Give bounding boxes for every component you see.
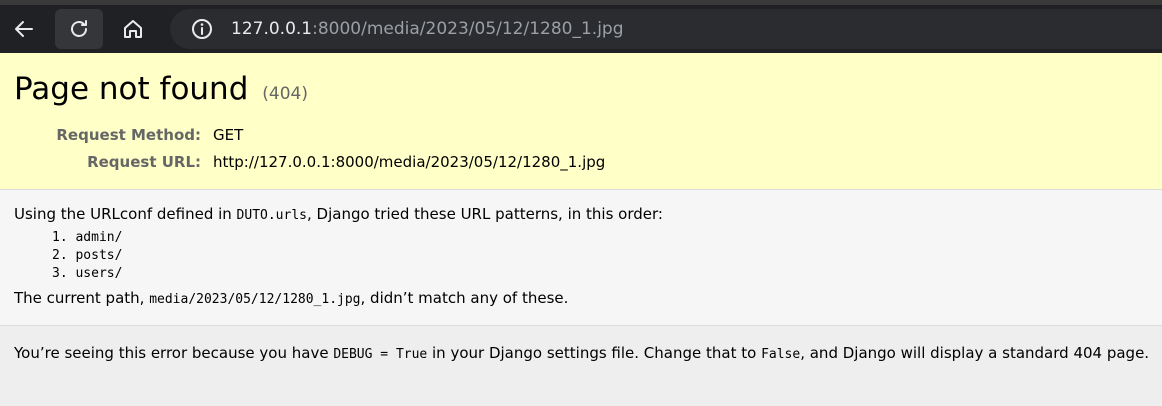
address-url[interactable]: 127.0.0.1:8000/media/2023/05/12/1280_1.j… — [231, 19, 624, 39]
request-url-row: Request URL: http://127.0.0.1:8000/media… — [14, 148, 1148, 175]
urlconf-module: DUTO.urls — [236, 208, 307, 223]
explanation-part3: , and Django will display a standard 404… — [800, 344, 1150, 362]
url-pattern-item: 3. users/ — [52, 266, 123, 281]
page-title-text: Page not found — [14, 71, 249, 107]
debug-setting: DEBUG = True — [333, 347, 428, 362]
back-button[interactable] — [4, 9, 44, 49]
address-bar[interactable]: 127.0.0.1:8000/media/2023/05/12/1280_1.j… — [170, 9, 1162, 49]
false-value: False — [761, 347, 801, 362]
back-arrow-icon — [15, 21, 33, 37]
error-info: Using the URLconf defined in DUTO.urls, … — [0, 190, 1162, 326]
url-pattern-item: 1. admin/ — [52, 230, 123, 245]
url-path: :8000/media/2023/05/12/1280_1.jpg — [312, 19, 624, 39]
home-icon — [124, 20, 142, 38]
url-pattern-item: 2. posts/ — [52, 248, 123, 263]
page-title: Page not found (404) — [14, 71, 1148, 107]
url-host: 127.0.0.1 — [231, 19, 313, 39]
request-meta-table: Request Method: GET Request URL: http://… — [14, 121, 1148, 175]
urlconf-intro: Using the URLconf defined in DUTO.urls, … — [14, 205, 1148, 223]
current-path-suffix: , didn’t match any of these. — [360, 289, 569, 307]
urlconf-intro-prefix: Using the URLconf defined in — [14, 205, 237, 223]
debug-explanation-text: You’re seeing this error because you hav… — [14, 344, 1150, 362]
explanation-part1: You’re seeing this error because you hav… — [14, 344, 334, 362]
request-method-label: Request Method: — [56, 125, 201, 144]
request-url-value: http://127.0.0.1:8000/media/2023/05/12/1… — [213, 152, 606, 171]
urlconf-intro-suffix: , Django tried these URL patterns, in th… — [307, 205, 663, 223]
status-code: (404) — [262, 84, 308, 104]
reload-icon — [71, 20, 87, 37]
reload-button[interactable] — [55, 9, 103, 49]
current-path-message: The current path, media/2023/05/12/1280_… — [14, 289, 1148, 307]
browser-toolbar: 127.0.0.1:8000/media/2023/05/12/1280_1.j… — [0, 5, 1162, 53]
request-url-label: Request URL: — [87, 152, 201, 171]
error-summary: Page not found (404) Request Method: GET… — [0, 53, 1162, 190]
url-patterns-list: 1. admin/ 2. posts/ 3. users/ — [52, 229, 1148, 283]
home-button[interactable] — [113, 9, 153, 49]
explanation-part2: in your Django settings file. Change tha… — [427, 344, 762, 362]
debug-explanation: You’re seeing this error because you hav… — [0, 326, 1162, 362]
current-path: media/2023/05/12/1280_1.jpg — [149, 292, 361, 307]
request-method-row: Request Method: GET — [14, 121, 1148, 148]
request-method-value: GET — [213, 125, 244, 144]
info-icon[interactable] — [182, 9, 222, 49]
current-path-prefix: The current path, — [14, 289, 150, 307]
